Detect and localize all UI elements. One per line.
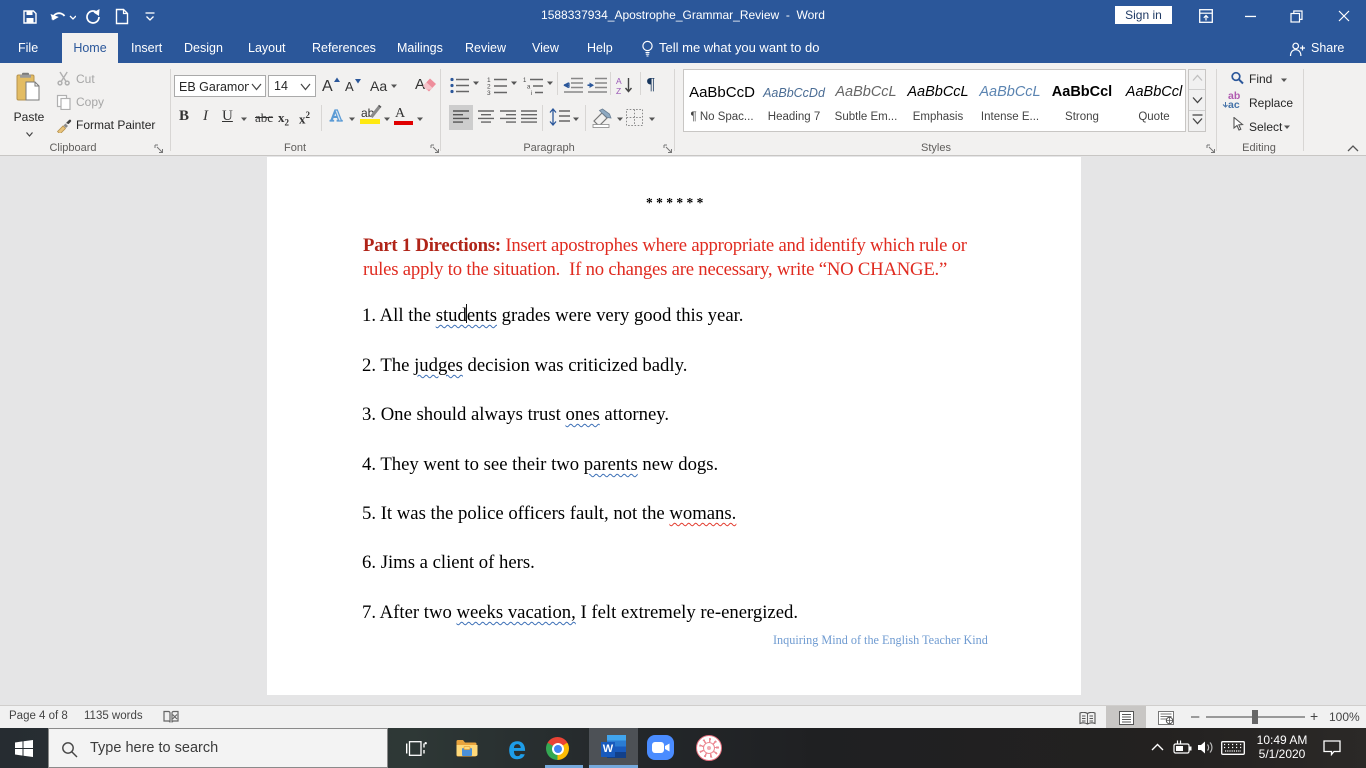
svg-text:1: 1 [523, 78, 527, 84]
svg-text:A: A [616, 76, 622, 86]
svg-text:Z: Z [616, 86, 621, 95]
svg-text:3: 3 [487, 90, 491, 95]
svg-text:i: i [531, 91, 532, 95]
svg-text:a: a [527, 85, 531, 91]
